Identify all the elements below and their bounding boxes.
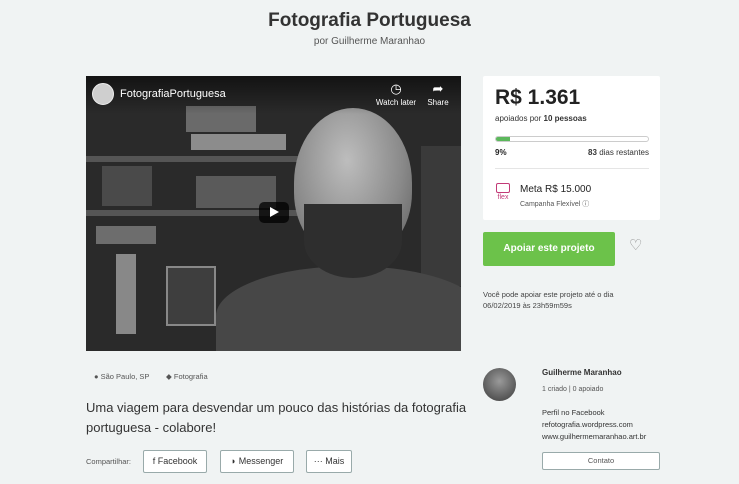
shelf-plank	[86, 156, 306, 162]
flex-label: flex	[497, 194, 509, 201]
progress-percent: 9%	[495, 148, 507, 157]
share-messenger-label: Messenger	[238, 456, 284, 466]
card-divider	[495, 168, 649, 169]
progress-bar	[495, 136, 649, 142]
days-label: dias restantes	[599, 148, 649, 157]
messenger-icon: ◗	[230, 456, 237, 466]
deadline-text: Você pode apoiar este projeto até o dia …	[483, 290, 614, 310]
flex-flag-icon: flex	[495, 183, 511, 201]
share-video-button[interactable]: ➦ Share	[415, 81, 461, 108]
channel-avatar[interactable]	[92, 83, 114, 105]
share-facebook-label: Facebook	[157, 456, 198, 466]
campaign-type: Campanha Flexível ⓘ	[520, 199, 589, 209]
help-icon[interactable]: ⓘ	[582, 201, 589, 208]
project-title: Fotografia Portuguesa	[268, 10, 471, 31]
frame	[166, 266, 216, 326]
creator-stats: 1 criado | 0 apoiado	[542, 386, 604, 393]
flag-icon	[496, 183, 510, 193]
campaign-label: Campanha Flexível	[520, 201, 581, 208]
amount-raised: R$ 1.361	[495, 86, 581, 109]
heart-icon[interactable]: ♡	[629, 236, 642, 254]
pin-icon: ●	[94, 372, 99, 381]
shelf-folder	[191, 134, 286, 150]
backers-text: apoiados por 10 pessoas	[495, 114, 587, 123]
location-label: São Paulo, SP	[100, 372, 150, 381]
watch-later-button[interactable]: ◷ Watch later	[373, 81, 419, 108]
contact-button[interactable]: Contato	[542, 452, 660, 470]
funding-card: R$ 1.361 apoiados por 10 pessoas 9% 83 d…	[483, 76, 660, 220]
equipment-stand	[116, 254, 136, 334]
category-tag[interactable]: ◆ Fotografia	[166, 372, 208, 381]
days-count: 83	[588, 148, 597, 157]
person-beard	[304, 204, 402, 278]
share-facebook-button[interactable]: f Facebook	[143, 450, 207, 473]
tag-icon: ◆	[166, 372, 172, 381]
wall	[421, 146, 461, 286]
share-messenger-button[interactable]: ◗ Messenger	[220, 450, 294, 473]
facebook-icon: f	[152, 456, 156, 466]
shelf-box	[102, 166, 152, 206]
location-tag[interactable]: ● São Paulo, SP	[94, 372, 149, 381]
shelf-box	[96, 226, 156, 244]
days-remaining: 83 dias restantes	[588, 148, 649, 157]
channel-name[interactable]: FotografiaPortuguesa	[120, 88, 226, 100]
person-shirt	[216, 266, 461, 351]
project-pitch: Uma viagem para desvendar um pouco das h…	[86, 400, 467, 435]
creator-avatar[interactable]	[483, 368, 516, 401]
project-author-byline: por Guilherme Maranhao	[313, 36, 426, 47]
category-label: Fotografia	[173, 372, 208, 381]
share-label: Compartilhar:	[86, 457, 132, 466]
goal-amount: Meta R$ 15.000	[520, 184, 592, 195]
video-player[interactable]: FotografiaPortuguesa ◷ Watch later ➦ Sha…	[86, 76, 461, 351]
share-video-label: Share	[427, 98, 449, 107]
creator-link-blog[interactable]: refotografia.wordpress.com	[542, 420, 633, 429]
share-arrow-icon: ➦	[432, 81, 444, 96]
clock-icon: ◷	[390, 81, 402, 96]
play-icon[interactable]	[259, 202, 289, 223]
backers-count: 10 pessoas	[543, 114, 587, 123]
backers-prefix: apoiados por	[495, 114, 542, 123]
creator-link-website[interactable]: www.guilhermemaranhao.art.br	[542, 432, 646, 441]
support-project-button[interactable]: Apoiar este projeto	[483, 232, 615, 266]
watch-later-label: Watch later	[375, 98, 417, 107]
progress-fill	[496, 137, 510, 141]
creator-link-facebook[interactable]: Perfil no Facebook	[542, 408, 605, 417]
creator-name[interactable]: Guilherme Maranhao	[542, 368, 622, 377]
share-more-button[interactable]: ··· Mais	[306, 450, 352, 473]
